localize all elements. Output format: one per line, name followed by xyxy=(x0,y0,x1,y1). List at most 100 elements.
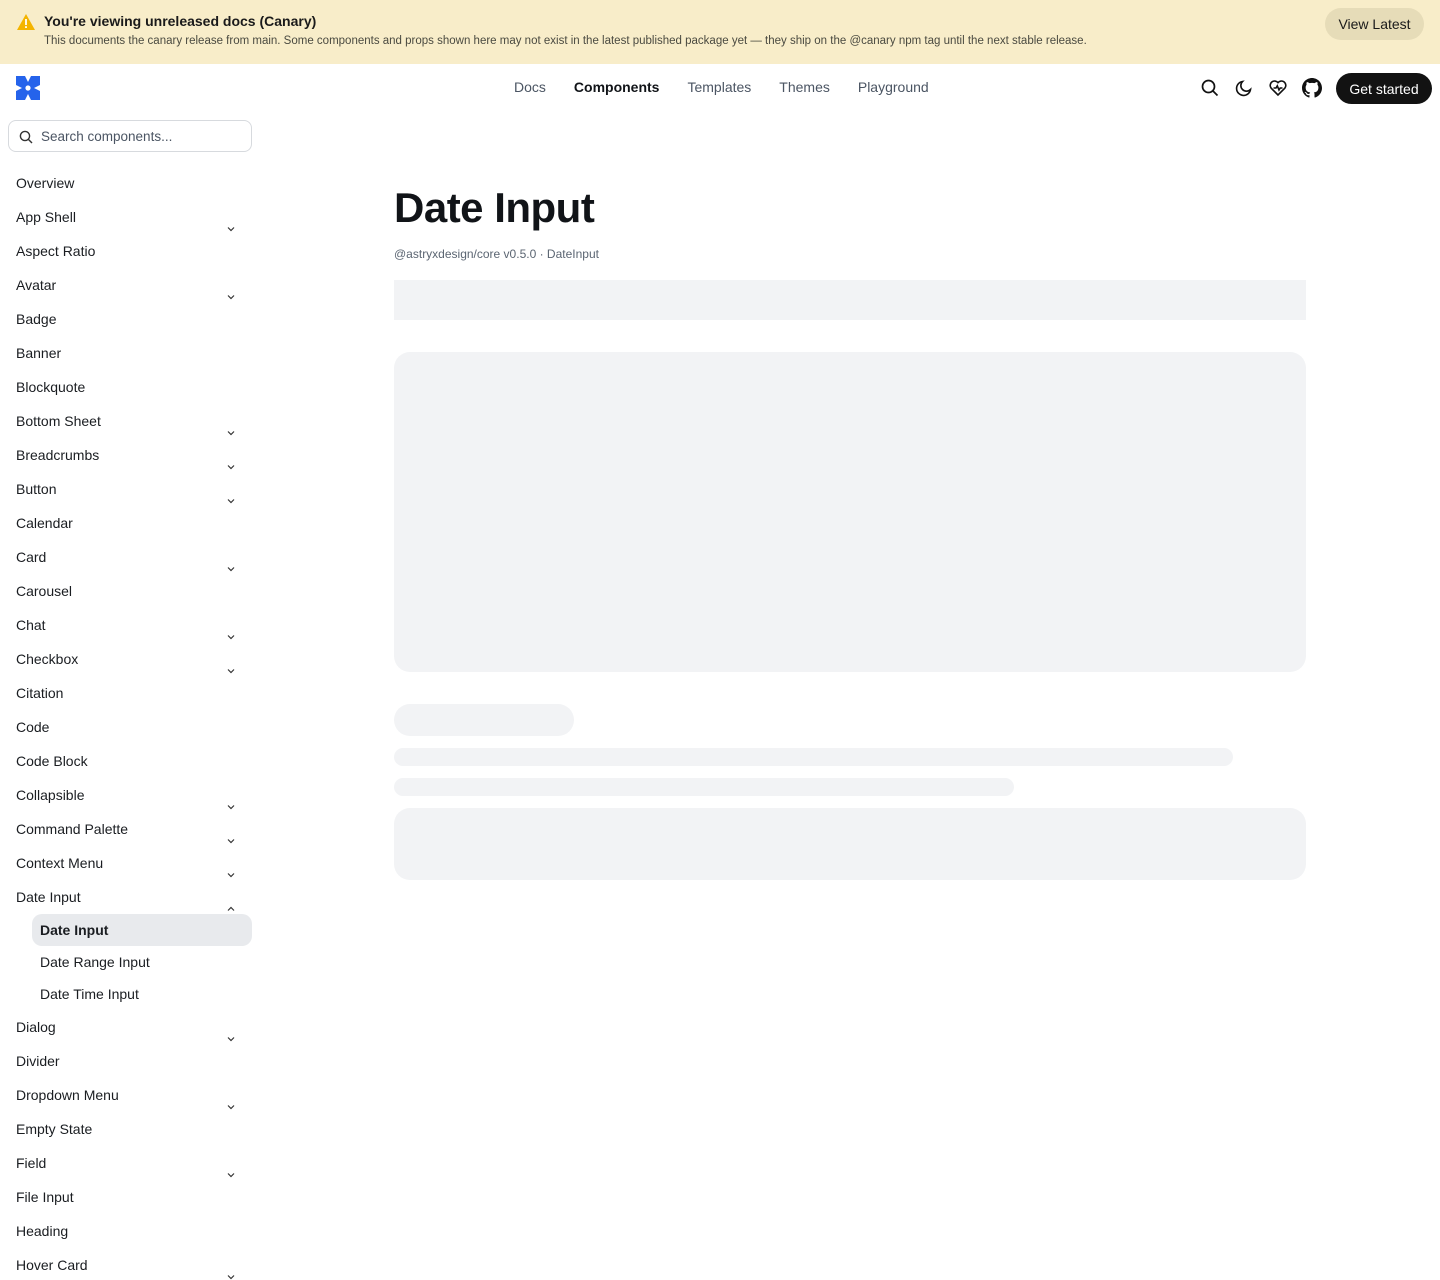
sidebar-item-label: Hover Card xyxy=(16,1257,88,1273)
sidebar-item-label: Context Menu xyxy=(16,855,104,871)
sidebar-item-breadcrumbs[interactable]: Breadcrumbs xyxy=(0,438,260,472)
sidebar-subitem-date-time-input[interactable]: Date Time Input xyxy=(32,978,252,1010)
sidebar-item-label: App Shell xyxy=(16,209,76,225)
sidebar-item-label: Overview xyxy=(16,175,75,191)
skeleton-text-line xyxy=(394,748,1233,766)
sidebar-item-label: Heading xyxy=(16,1223,69,1239)
chevron-down-icon[interactable] xyxy=(226,450,236,470)
nav-playground[interactable]: Playground xyxy=(858,79,929,95)
sidebar-subitem-date-input[interactable]: Date Input xyxy=(32,914,252,946)
sidebar-item-label: Carousel xyxy=(16,583,73,599)
sidebar-item-label: Empty State xyxy=(16,1121,93,1137)
sidebar-item-label: File Input xyxy=(16,1189,74,1205)
sidebar-item-label: Aspect Ratio xyxy=(16,243,96,259)
chevron-down-icon[interactable] xyxy=(226,484,236,504)
brand-logo-icon[interactable] xyxy=(16,76,40,100)
sidebar-item-label: Citation xyxy=(16,685,64,701)
sidebar-item-button[interactable]: Button xyxy=(0,472,260,506)
chevron-up-icon[interactable] xyxy=(226,892,236,911)
sidebar-item-overview[interactable]: Overview xyxy=(0,166,260,200)
sidebar-item-hover-card[interactable]: Hover Card xyxy=(0,1248,260,1280)
sidebar-item-label: Breadcrumbs xyxy=(16,447,100,463)
get-started-button[interactable]: Get started xyxy=(1336,73,1432,104)
skeleton-preview xyxy=(394,352,1306,672)
sidebar-item-aspect-ratio[interactable]: Aspect Ratio xyxy=(0,234,260,268)
sidebar-item-field[interactable]: Field xyxy=(0,1146,260,1180)
skeleton-tabs xyxy=(394,280,1306,320)
github-icon[interactable] xyxy=(1302,78,1322,98)
sidebar-item-context-menu[interactable]: Context Menu xyxy=(0,846,260,880)
sidebar-item-label: Command Palette xyxy=(16,821,129,837)
sidebar-item-label: Chat xyxy=(16,617,46,633)
search-icon xyxy=(19,130,33,144)
canary-banner: You're viewing unreleased docs (Canary) … xyxy=(0,0,1440,64)
sidebar-item-dialog[interactable]: Dialog xyxy=(0,1010,260,1044)
chevron-down-icon[interactable] xyxy=(226,280,236,300)
sidebar-item-citation[interactable]: Citation xyxy=(0,676,260,710)
sidebar-item-carousel[interactable]: Carousel xyxy=(0,574,260,608)
chevron-down-icon[interactable] xyxy=(226,654,236,674)
banner-description: This documents the canary release from m… xyxy=(44,35,1087,47)
chevron-down-icon[interactable] xyxy=(226,212,236,232)
sidebar-item-label: Blockquote xyxy=(16,379,86,395)
sidebar-item-label: Banner xyxy=(16,345,62,361)
sidebar-item-label: Code Block xyxy=(16,753,88,769)
sidebar-item-heading[interactable]: Heading xyxy=(0,1214,260,1248)
sidebar-item-code[interactable]: Code xyxy=(0,710,260,744)
sidebar-item-calendar[interactable]: Calendar xyxy=(0,506,260,540)
nav-templates[interactable]: Templates xyxy=(687,79,751,95)
package-meta: @astryxdesign/core v0.5.0 · DateInput xyxy=(394,247,599,261)
nav-docs[interactable]: Docs xyxy=(514,79,546,95)
nav-components[interactable]: Components xyxy=(574,79,660,95)
main-nav: Docs Components Templates Themes Playgro… xyxy=(514,79,957,95)
chevron-down-icon[interactable] xyxy=(226,1090,236,1110)
chevron-down-icon[interactable] xyxy=(226,416,236,436)
sidebar-item-empty-state[interactable]: Empty State xyxy=(0,1112,260,1146)
sidebar-item-dropdown-menu[interactable]: Dropdown Menu xyxy=(0,1078,260,1112)
sidebar-item-checkbox[interactable]: Checkbox xyxy=(0,642,260,676)
sidebar-item-label: Collapsible xyxy=(16,787,85,803)
sidebar-item-code-block[interactable]: Code Block xyxy=(0,744,260,778)
sidebar-item-app-shell[interactable]: App Shell xyxy=(0,200,260,234)
sidebar-item-collapsible[interactable]: Collapsible xyxy=(0,778,260,812)
sidebar-item-label: Bottom Sheet xyxy=(16,413,101,429)
sidebar-item-label: Code xyxy=(16,719,50,735)
chevron-down-icon[interactable] xyxy=(226,1158,236,1178)
sidebar-nav: Overview App Shell Aspect Ratio Avatar Badge… xyxy=(0,166,260,1280)
sidebar-item-label: Avatar xyxy=(16,277,57,293)
skeleton-heading xyxy=(394,704,574,736)
chevron-down-icon[interactable] xyxy=(226,790,236,810)
warning-icon xyxy=(17,14,35,30)
nav-themes[interactable]: Themes xyxy=(779,79,830,95)
sidebar-item-avatar[interactable]: Avatar xyxy=(0,268,260,302)
chevron-down-icon[interactable] xyxy=(226,620,236,640)
sidebar-item-label: Button xyxy=(16,481,57,497)
sidebar-item-date-input[interactable]: Date Input xyxy=(0,880,260,914)
sidebar-item-divider[interactable]: Divider xyxy=(0,1044,260,1078)
chevron-down-icon[interactable] xyxy=(226,552,236,572)
heart-icon[interactable] xyxy=(1268,78,1288,98)
chevron-down-icon[interactable] xyxy=(226,824,236,844)
chevron-down-icon[interactable] xyxy=(226,1022,236,1042)
sidebar-item-blockquote[interactable]: Blockquote xyxy=(0,370,260,404)
view-latest-button[interactable]: View Latest xyxy=(1325,8,1424,40)
sidebar-subitem-date-range-input[interactable]: Date Range Input xyxy=(32,946,252,978)
search-icon[interactable] xyxy=(1200,78,1220,98)
sidebar-item-badge[interactable]: Badge xyxy=(0,302,260,336)
sidebar-item-label: Dialog xyxy=(16,1019,56,1035)
moon-icon[interactable] xyxy=(1234,78,1254,98)
chevron-down-icon[interactable] xyxy=(226,858,236,878)
sidebar-item-bottom-sheet[interactable]: Bottom Sheet xyxy=(0,404,260,438)
search-input[interactable] xyxy=(41,127,241,145)
sidebar-item-chat[interactable]: Chat xyxy=(0,608,260,642)
sidebar-item-label: Divider xyxy=(16,1053,60,1069)
sidebar-item-banner[interactable]: Banner xyxy=(0,336,260,370)
top-header: Docs Components Templates Themes Playgro… xyxy=(0,64,1440,112)
sidebar-item-command-palette[interactable]: Command Palette xyxy=(0,812,260,846)
component-search[interactable] xyxy=(8,120,252,152)
sidebar-item-label: Calendar xyxy=(16,515,73,531)
sidebar-item-file-input[interactable]: File Input xyxy=(0,1180,260,1214)
sidebar-item-card[interactable]: Card xyxy=(0,540,260,574)
chevron-down-icon[interactable] xyxy=(226,1260,236,1280)
sidebar-item-label: Date Input xyxy=(16,889,81,905)
